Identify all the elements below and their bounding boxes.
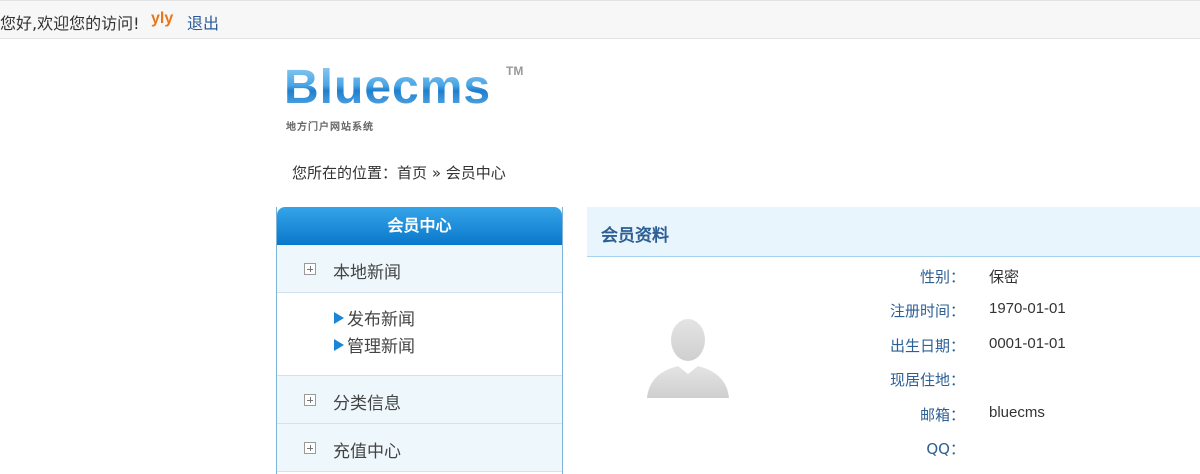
arrow-right-icon (334, 312, 344, 324)
sidebar-item-label: 管理新闻 (347, 337, 415, 357)
register-time-value: 1970-01-01 (989, 300, 1066, 317)
top-bar: 您好,欢迎您的访问! yly 退出 (0, 0, 1200, 39)
site-logo[interactable]: Bluecms TM 地方门户网站系统 (284, 60, 534, 140)
residence-label: 现居住地： (889, 371, 965, 389)
sidebar-title: 会员中心 (277, 207, 562, 245)
expand-plus-icon (304, 394, 316, 406)
sidebar-section-label: 分类信息 (333, 394, 401, 414)
register-time-label: 注册时间： (889, 302, 965, 320)
sidebar-section-recharge[interactable]: 充值中心 (277, 424, 562, 472)
member-sidebar: 会员中心 本地新闻 发布新闻 管理新闻 分类信息 充值中心 (276, 207, 563, 474)
logo-trademark: TM (506, 64, 524, 78)
default-avatar-icon (647, 319, 729, 398)
qq-label: QQ： (926, 440, 965, 458)
sidebar-section-label: 充值中心 (333, 442, 401, 462)
breadcrumb-current: 会员中心 (445, 164, 506, 182)
logo-tagline: 地方门户网站系统 (286, 122, 374, 133)
breadcrumb-home-link[interactable]: 首页 (397, 164, 427, 182)
birth-date-value: 0001-01-01 (989, 335, 1066, 352)
profile-panel-header: 会员资料 (587, 207, 1200, 257)
sidebar-section-local-news[interactable]: 本地新闻 (277, 245, 562, 293)
email-label: 邮箱： (919, 406, 965, 424)
sidebar-item-label: 发布新闻 (347, 310, 415, 330)
logout-link[interactable]: 退出 (187, 10, 219, 34)
username-link[interactable]: yly (151, 10, 173, 28)
gender-label: 性别： (919, 268, 965, 286)
breadcrumb-separator: » (431, 164, 441, 182)
breadcrumb: 您所在的位置：首页 » 会员中心 (292, 162, 506, 183)
welcome-text: 您好,欢迎您的访问! (0, 14, 140, 33)
birth-date-label: 出生日期： (889, 337, 965, 355)
gender-value: 保密 (989, 269, 1020, 286)
profile-panel-title: 会员资料 (601, 226, 669, 246)
sidebar-section-label: 本地新闻 (333, 263, 401, 283)
sidebar-item-manage-news[interactable]: 管理新闻 (334, 332, 415, 357)
breadcrumb-prefix: 您所在的位置： (292, 164, 398, 182)
logo-wordmark: Bluecms (284, 61, 492, 114)
email-value: bluecms (989, 404, 1045, 421)
sidebar-submenu-local-news: 发布新闻 管理新闻 (277, 293, 562, 376)
sidebar-item-publish-news[interactable]: 发布新闻 (334, 305, 415, 330)
expand-plus-icon (304, 442, 316, 454)
arrow-right-icon (334, 339, 344, 351)
expand-plus-icon (304, 263, 316, 275)
sidebar-section-classifieds[interactable]: 分类信息 (277, 376, 562, 424)
